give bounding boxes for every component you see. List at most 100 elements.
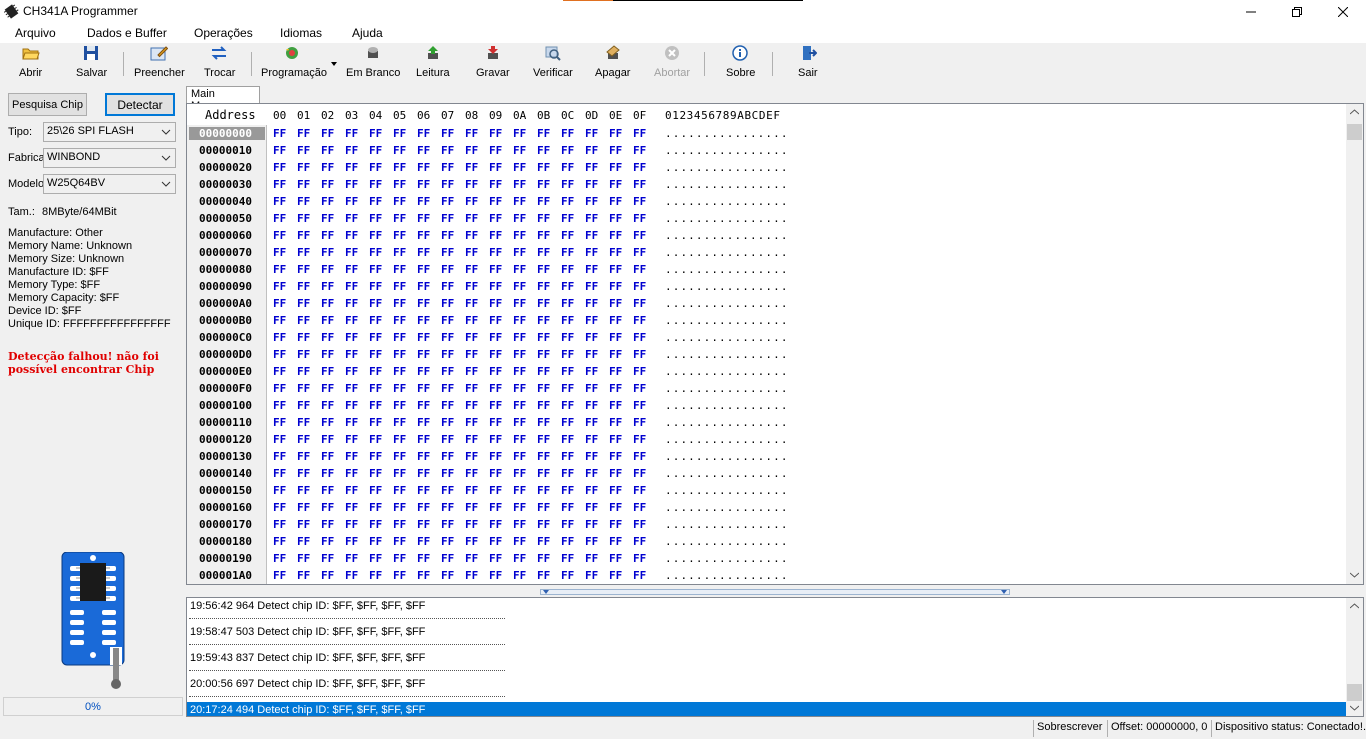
salvar-button[interactable]: Salvar xyxy=(74,43,110,83)
hex-row[interactable]: 00000080 FF FF FF FF FF FF FF FF FF FF FF FF FF FF FF FF… xyxy=(187,261,1347,278)
hex-byte[interactable]: FF xyxy=(537,484,550,497)
hex-byte[interactable]: FF xyxy=(441,535,454,548)
hex-row[interactable]: 00000120 FF FF FF FF FF FF FF FF FF FF FF FF FF FF FF FF… xyxy=(187,431,1347,448)
hex-byte[interactable]: FF xyxy=(585,518,598,531)
hex-byte[interactable]: FF xyxy=(609,450,622,463)
hex-byte[interactable]: FF xyxy=(369,263,382,276)
pesquisa-chip-button[interactable]: Pesquisa Chip xyxy=(8,93,87,116)
hex-byte[interactable]: FF xyxy=(489,144,502,157)
hex-byte[interactable]: FF xyxy=(585,144,598,157)
menu-idiomas[interactable]: Idiomas xyxy=(280,26,322,40)
hex-byte[interactable]: FF xyxy=(489,127,502,140)
log-line[interactable]: 19:59:43 837 Detect chip ID: $FF, $FF, $… xyxy=(187,650,1347,667)
hex-byte[interactable]: FF xyxy=(513,195,526,208)
hex-byte[interactable]: FF xyxy=(273,416,286,429)
hex-byte[interactable]: FF xyxy=(465,178,478,191)
hex-byte[interactable]: FF xyxy=(273,433,286,446)
hex-byte[interactable]: FF xyxy=(633,365,646,378)
hex-byte[interactable]: FF xyxy=(321,212,334,225)
hex-byte[interactable]: FF xyxy=(609,433,622,446)
menu-dados-e-buffer[interactable]: Dados e Buffer xyxy=(87,26,167,40)
ascii-text[interactable]: ................ xyxy=(665,127,789,140)
hex-byte[interactable]: FF xyxy=(489,399,502,412)
em-branco-button[interactable]: Em Branco xyxy=(344,43,402,83)
hex-byte[interactable]: FF xyxy=(513,280,526,293)
hex-byte[interactable]: FF xyxy=(561,195,574,208)
hex-byte[interactable]: FF xyxy=(537,382,550,395)
hex-byte[interactable]: FF xyxy=(393,501,406,514)
hex-byte[interactable]: FF xyxy=(321,365,334,378)
hex-byte[interactable]: FF xyxy=(297,127,310,140)
hex-byte[interactable]: FF xyxy=(585,450,598,463)
hex-row[interactable]: 000000D0 FF FF FF FF FF FF FF FF FF FF FF FF FF FF FF FF… xyxy=(187,346,1347,363)
hex-byte[interactable]: FF xyxy=(273,195,286,208)
hex-byte[interactable]: FF xyxy=(633,382,646,395)
hex-byte[interactable]: FF xyxy=(513,467,526,480)
hex-byte[interactable]: FF xyxy=(393,569,406,582)
hex-byte[interactable]: FF xyxy=(417,195,430,208)
hex-byte[interactable]: FF xyxy=(345,280,358,293)
abortar-button[interactable]: Abortar xyxy=(652,43,692,83)
hex-byte[interactable]: FF xyxy=(441,467,454,480)
hex-byte[interactable]: FF xyxy=(609,365,622,378)
hex-byte[interactable]: FF xyxy=(609,144,622,157)
hex-byte[interactable]: FF xyxy=(537,297,550,310)
scrollbar-thumb[interactable] xyxy=(1347,684,1362,701)
hex-byte[interactable]: FF xyxy=(561,535,574,548)
hex-byte[interactable]: FF xyxy=(369,144,382,157)
hex-byte[interactable]: FF xyxy=(585,229,598,242)
hex-byte[interactable]: FF xyxy=(561,433,574,446)
hex-byte[interactable]: FF xyxy=(441,569,454,582)
hex-byte[interactable]: FF xyxy=(633,212,646,225)
hex-byte[interactable]: FF xyxy=(585,246,598,259)
ascii-text[interactable]: ................ xyxy=(665,450,789,463)
hex-byte[interactable]: FF xyxy=(441,297,454,310)
ascii-text[interactable]: ................ xyxy=(665,246,789,259)
hex-byte[interactable]: FF xyxy=(393,195,406,208)
hex-byte[interactable]: FF xyxy=(537,161,550,174)
hex-byte[interactable]: FF xyxy=(465,280,478,293)
hex-byte[interactable]: FF xyxy=(321,331,334,344)
hex-byte[interactable]: FF xyxy=(393,297,406,310)
hex-byte[interactable]: FF xyxy=(513,484,526,497)
hex-byte[interactable]: FF xyxy=(417,433,430,446)
hex-byte[interactable]: FF xyxy=(513,552,526,565)
hex-byte[interactable]: FF xyxy=(585,399,598,412)
hex-byte[interactable]: FF xyxy=(633,399,646,412)
hex-byte[interactable]: FF xyxy=(561,467,574,480)
minimize-button[interactable] xyxy=(1228,0,1274,23)
hex-byte[interactable]: FF xyxy=(585,467,598,480)
hex-byte[interactable]: FF xyxy=(369,399,382,412)
hex-byte[interactable]: FF xyxy=(441,263,454,276)
hex-byte[interactable]: FF xyxy=(561,331,574,344)
hex-byte[interactable]: FF xyxy=(273,178,286,191)
hex-byte[interactable]: FF xyxy=(633,348,646,361)
hex-byte[interactable]: FF xyxy=(321,144,334,157)
hex-byte[interactable]: FF xyxy=(537,552,550,565)
hex-byte[interactable]: FF xyxy=(537,246,550,259)
hex-byte[interactable]: FF xyxy=(537,178,550,191)
hex-byte[interactable]: FF xyxy=(537,467,550,480)
hex-byte[interactable]: FF xyxy=(345,144,358,157)
ascii-text[interactable]: ................ xyxy=(665,535,789,548)
ascii-text[interactable]: ................ xyxy=(665,161,789,174)
hex-byte[interactable]: FF xyxy=(369,331,382,344)
hex-byte[interactable]: FF xyxy=(369,229,382,242)
maximize-button[interactable] xyxy=(1274,0,1320,23)
hex-byte[interactable]: FF xyxy=(489,195,502,208)
hex-byte[interactable]: FF xyxy=(441,552,454,565)
hex-byte[interactable]: FF xyxy=(321,348,334,361)
hex-byte[interactable]: FF xyxy=(633,416,646,429)
hex-editor[interactable]: Address 00 01 02 03 04 05 06 07 08 09 0A 0B 0C 0D 0E 0F… xyxy=(186,103,1364,585)
hex-byte[interactable]: FF xyxy=(513,569,526,582)
hex-byte[interactable]: FF xyxy=(393,144,406,157)
ascii-text[interactable]: ................ xyxy=(665,314,789,327)
hex-byte[interactable]: FF xyxy=(369,161,382,174)
hex-byte[interactable]: FF xyxy=(561,212,574,225)
hex-byte[interactable]: FF xyxy=(585,195,598,208)
hex-byte[interactable]: FF xyxy=(321,467,334,480)
hex-byte[interactable]: FF xyxy=(609,382,622,395)
hex-byte[interactable]: FF xyxy=(489,314,502,327)
hex-row[interactable]: 00000130 FF FF FF FF FF FF FF FF FF FF FF FF FF FF FF FF… xyxy=(187,448,1347,465)
hex-byte[interactable]: FF xyxy=(441,229,454,242)
